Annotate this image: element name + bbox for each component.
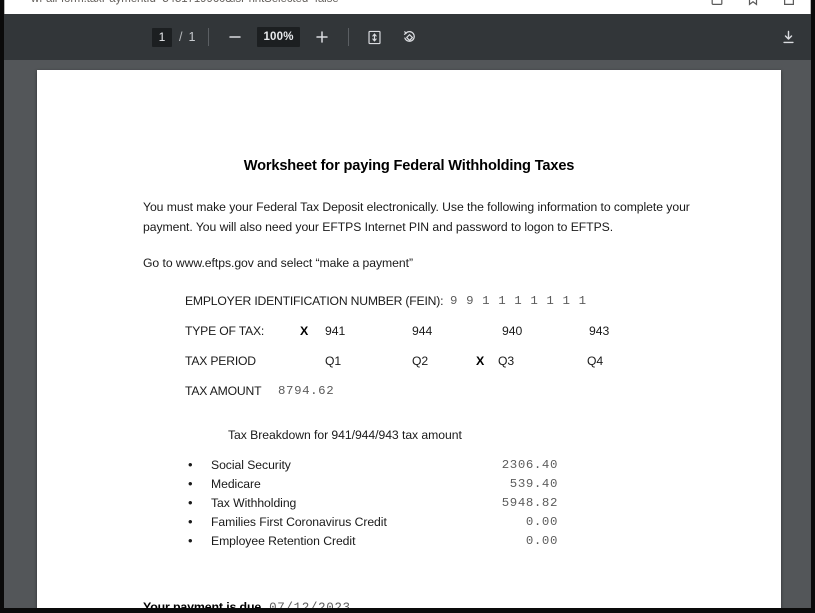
payment-due-row: Your payment is due07/12/2023: [143, 598, 725, 608]
tax-period-label: TAX PERIOD: [185, 353, 256, 368]
type-of-tax-label: TYPE OF TAX:: [185, 323, 265, 338]
address-bar-url[interactable]: wf-all-form.taxPaymentId=5451719960&isPr…: [31, 0, 339, 5]
toolbar-divider-1: [208, 28, 210, 46]
tax-period-row: TAX PERIOD Q1 Q2 X Q3 Q4: [185, 354, 725, 384]
page-separator: /: [179, 30, 183, 44]
pdf-viewer-window: wf-all-form.taxPaymentId=5451719960&isPr…: [0, 0, 815, 613]
breakdown-amount: 2306.40: [501, 457, 558, 472]
browser-toolbar-icons: [710, 0, 796, 7]
fein-label: EMPLOYER IDENTIFICATION NUMBER (FEIN):: [185, 293, 444, 308]
bullet-icon: •: [188, 456, 193, 472]
download-icon[interactable]: [775, 24, 801, 50]
rotate-icon[interactable]: [397, 24, 423, 50]
tax-period-checkmark: X: [476, 353, 485, 368]
tax-period-option-q1[interactable]: Q1: [325, 354, 341, 368]
tax-period-option-q4[interactable]: Q4: [587, 354, 603, 368]
breakdown-label: Social Security: [211, 457, 291, 472]
bullet-icon: •: [188, 533, 193, 549]
type-of-tax-checkmark: X: [300, 323, 309, 338]
tax-amount-label: TAX AMOUNT: [185, 383, 262, 398]
breakdown-label: Families First Coronavirus Credit: [211, 515, 387, 530]
bullet-icon: •: [188, 494, 193, 510]
window-frame-bottom: [0, 608, 815, 613]
window-frame-right: [811, 0, 815, 613]
list-item: • Social Security 2306.40: [188, 456, 725, 477]
pdf-toolbar-right: [775, 14, 801, 60]
tax-period-option-q2[interactable]: Q2: [412, 354, 428, 368]
form-fields: EMPLOYER IDENTIFICATION NUMBER (FEIN): 9…: [185, 294, 725, 414]
list-item: • Employee Retention Credit 0.00: [188, 533, 725, 553]
list-item: • Medicare 539.40: [188, 475, 725, 496]
document-title: Worksheet for paying Federal Withholding…: [243, 158, 575, 174]
pdf-toolbar-controls: 1 / 1 100%: [152, 14, 423, 60]
tax-amount-row: TAX AMOUNT 8794.62: [185, 384, 725, 414]
bullet-icon: •: [188, 514, 193, 530]
tax-type-option-943[interactable]: 943: [589, 324, 609, 338]
tax-amount-value: 8794.62: [278, 383, 335, 398]
tax-breakdown-heading: Tax Breakdown for 941/944/943 tax amount: [228, 427, 462, 442]
tax-type-option-941[interactable]: 941: [325, 324, 345, 338]
zoom-out-button[interactable]: [222, 24, 248, 50]
pdf-page-1: Worksheet for paying Federal Withholding…: [37, 70, 781, 608]
payment-due-label: Your payment is due: [143, 600, 262, 608]
zoom-level-display[interactable]: 100%: [257, 27, 300, 47]
tax-period-option-q3[interactable]: Q3: [498, 354, 514, 368]
profile-icon[interactable]: [782, 0, 796, 7]
list-item: • Tax Withholding 5948.82: [188, 494, 725, 515]
eftps-instruction-paragraph: Go to www.eftps.gov and select “make a p…: [143, 256, 413, 270]
breakdown-label: Tax Withholding: [211, 495, 297, 510]
page-number-input[interactable]: 1: [152, 27, 172, 47]
intro-paragraph: You must make your Federal Tax Deposit e…: [143, 200, 690, 234]
type-of-tax-row: TYPE OF TAX: X 941 944 940 943: [185, 324, 725, 354]
list-item: • Families First Coronavirus Credit 0.00: [188, 514, 725, 534]
breakdown-amount: 0.00: [525, 534, 558, 549]
fein-row: EMPLOYER IDENTIFICATION NUMBER (FEIN): 9…: [185, 294, 725, 324]
breakdown-label: Medicare: [211, 476, 261, 491]
bookmark-icon[interactable]: [710, 0, 724, 7]
bullet-icon: •: [188, 475, 193, 491]
breakdown-amount: 539.40: [509, 476, 558, 491]
reader-icon[interactable]: [746, 0, 760, 7]
window-frame-left: [0, 0, 4, 613]
breakdown-amount: 5948.82: [501, 495, 558, 510]
toolbar-divider-2: [347, 28, 349, 46]
pdf-viewer-canvas[interactable]: Worksheet for paying Federal Withholding…: [4, 60, 811, 608]
tax-breakdown-list: • Social Security 2306.40 • Medicare 539…: [188, 456, 725, 554]
fein-value: 9 9 1 1 1 1 1 1 1: [450, 293, 587, 308]
page-total-count: 1: [188, 30, 196, 44]
pdf-toolbar: 1 / 1 100%: [4, 14, 811, 60]
tax-type-option-944[interactable]: 944: [412, 324, 432, 338]
fit-to-page-icon[interactable]: [362, 24, 388, 50]
browser-chrome-sliver: wf-all-form.taxPaymentId=5451719960&isPr…: [0, 0, 815, 14]
zoom-in-button[interactable]: [309, 24, 335, 50]
tax-type-option-940[interactable]: 940: [502, 324, 522, 338]
breakdown-label: Employee Retention Credit: [211, 534, 356, 549]
breakdown-amount: 0.00: [525, 515, 558, 530]
